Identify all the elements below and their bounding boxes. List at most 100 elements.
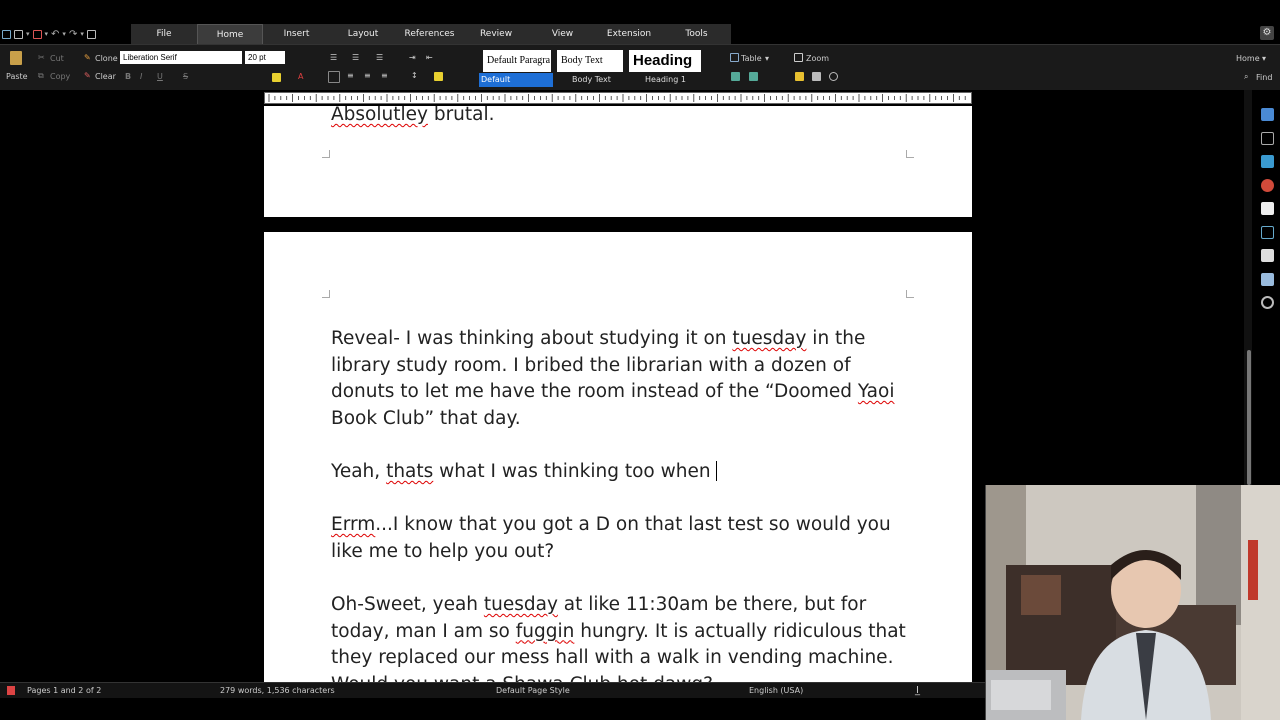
style-default-paragraph[interactable]: Default Paragra: [483, 50, 551, 72]
manage-changes-icon[interactable]: [1260, 249, 1274, 262]
page-count[interactable]: Pages 1 and 2 of 2: [27, 686, 101, 695]
clear-button[interactable]: Clear: [95, 72, 116, 81]
clone-icon[interactable]: ✎: [84, 53, 91, 62]
find-button[interactable]: Find: [1256, 73, 1272, 82]
clear-icon[interactable]: ✎: [84, 71, 91, 80]
line-spacing-icon[interactable]: ↕: [411, 71, 418, 80]
gallery-icon[interactable]: [1260, 155, 1274, 168]
strikethrough-icon[interactable]: S: [183, 72, 188, 81]
chevron-down-icon[interactable]: ▾: [80, 30, 84, 38]
tab-review[interactable]: Review: [463, 24, 529, 44]
comment-icon[interactable]: [795, 72, 804, 81]
style-body-text[interactable]: Body Text: [557, 50, 623, 72]
tab-insert[interactable]: Insert: [263, 24, 330, 44]
save-icon[interactable]: [32, 29, 42, 39]
navigator-icon[interactable]: [1260, 178, 1274, 192]
spelling-error[interactable]: thats: [386, 461, 433, 482]
copy-button[interactable]: Copy: [50, 72, 70, 81]
spelling-error[interactable]: Yaoi: [858, 381, 895, 402]
page-1[interactable]: Absolutley brutal.: [264, 106, 972, 217]
language[interactable]: English (USA): [749, 686, 803, 695]
zoom-button[interactable]: Zoom: [806, 54, 829, 63]
style-default-paragraph-label[interactable]: Default Paragraph...: [479, 73, 553, 87]
tab-view[interactable]: View: [529, 24, 596, 44]
paste-icon[interactable]: [10, 51, 22, 65]
align-center-icon[interactable]: ≡: [347, 71, 354, 80]
settings-gear-icon[interactable]: ⚙: [1260, 26, 1274, 40]
underline-icon[interactable]: U: [157, 72, 163, 81]
align-right-icon[interactable]: ≡: [364, 71, 371, 80]
scrollbar-thumb[interactable]: [1247, 350, 1251, 485]
style-heading-1-label[interactable]: Heading 1: [645, 75, 686, 84]
paragraph-errm[interactable]: Errm...I know that you got a D on that l…: [331, 512, 911, 565]
style-inspector-icon[interactable]: [1260, 225, 1274, 239]
spelling-error[interactable]: Errm: [331, 514, 375, 535]
paragraph-reveal[interactable]: Reveal- I was thinking about studying it…: [331, 326, 911, 432]
page-style[interactable]: Default Page Style: [496, 686, 570, 695]
justify-icon[interactable]: ≡: [381, 71, 388, 80]
copy-icon[interactable]: ⧉: [38, 71, 44, 81]
styles-icon[interactable]: [1260, 131, 1274, 145]
insert-image-icon[interactable]: [731, 72, 740, 81]
table-button[interactable]: Table: [741, 54, 762, 63]
search-icon[interactable]: ⌕: [1244, 72, 1248, 82]
page-2[interactable]: Reveal- I was thinking about studying it…: [264, 232, 972, 682]
font-name-input[interactable]: Liberation Serif: [120, 51, 242, 64]
style-body-text-label[interactable]: Body Text: [572, 75, 611, 84]
header-footer-icon[interactable]: [812, 72, 821, 81]
zoom-icon[interactable]: [794, 53, 803, 62]
cut-icon[interactable]: ✂: [38, 53, 45, 62]
open-folder-icon[interactable]: [14, 29, 23, 39]
field-icon[interactable]: [829, 72, 838, 81]
page-2-text[interactable]: Reveal- I was thinking about studying it…: [331, 326, 911, 682]
tab-references[interactable]: References: [396, 24, 463, 44]
chevron-down-icon[interactable]: ▾: [1262, 54, 1266, 63]
print-icon[interactable]: [86, 29, 96, 39]
page-icon[interactable]: [1260, 202, 1274, 215]
cut-button[interactable]: Cut: [50, 54, 64, 63]
chevron-down-icon[interactable]: ▾: [765, 54, 769, 63]
properties-icon[interactable]: [1260, 108, 1274, 121]
redo-icon[interactable]: ↷: [69, 29, 77, 40]
spelling-error[interactable]: tuesday: [732, 328, 806, 349]
style-heading-1[interactable]: Heading: [629, 50, 701, 72]
tab-file[interactable]: File: [131, 24, 197, 44]
chevron-down-icon[interactable]: ▾: [62, 30, 66, 38]
bold-icon[interactable]: B: [125, 72, 131, 81]
tab-tools[interactable]: Tools: [662, 24, 731, 44]
font-color-icon[interactable]: A: [298, 72, 303, 81]
spelling-error[interactable]: fuggin: [516, 621, 575, 642]
insert-chart-icon[interactable]: [749, 72, 758, 81]
indent-increase-icon[interactable]: ⇥: [409, 53, 416, 62]
new-document-icon[interactable]: [2, 29, 11, 39]
chevron-down-icon[interactable]: ▾: [26, 30, 30, 38]
word-count[interactable]: 279 words, 1,536 characters: [220, 686, 335, 695]
table-icon[interactable]: [730, 53, 739, 62]
outline-list-icon[interactable]: ☰: [376, 53, 383, 62]
paragraph-absolutley-brutal[interactable]: Absolutley brutal.: [331, 106, 911, 129]
align-left-icon[interactable]: [328, 71, 340, 83]
paragraph-yeah[interactable]: Yeah, thats what I was thinking too when: [331, 459, 911, 486]
paragraph-background-icon[interactable]: [434, 72, 443, 81]
page-1-text[interactable]: Absolutley brutal.: [331, 106, 911, 129]
paragraph-oh-sweet[interactable]: Oh-Sweet, yeah tuesday at like 11:30am b…: [331, 592, 911, 682]
find-replace-icon[interactable]: [1260, 296, 1274, 309]
italic-icon[interactable]: I: [140, 72, 142, 81]
bullet-list-icon[interactable]: ☰: [330, 53, 337, 62]
spelling-error[interactable]: tuesday: [484, 594, 558, 615]
highlight-icon[interactable]: [272, 73, 281, 82]
horizontal-ruler[interactable]: [264, 92, 972, 104]
paste-button[interactable]: Paste: [6, 72, 28, 81]
design-icon[interactable]: [1260, 272, 1274, 286]
indent-decrease-icon[interactable]: ⇤: [426, 53, 433, 62]
home-button[interactable]: Home: [1236, 54, 1260, 63]
tab-layout[interactable]: Layout: [330, 24, 396, 44]
undo-icon[interactable]: ↶: [51, 29, 59, 40]
chevron-down-icon[interactable]: ▾: [45, 30, 49, 38]
clone-button[interactable]: Clone: [95, 54, 118, 63]
tab-home[interactable]: Home: [197, 24, 263, 44]
numbered-list-icon[interactable]: ☰: [352, 53, 359, 62]
spelling-error[interactable]: Absolutley: [331, 106, 428, 125]
tab-extension[interactable]: Extension: [596, 24, 662, 44]
font-size-input[interactable]: 20 pt: [245, 51, 285, 64]
